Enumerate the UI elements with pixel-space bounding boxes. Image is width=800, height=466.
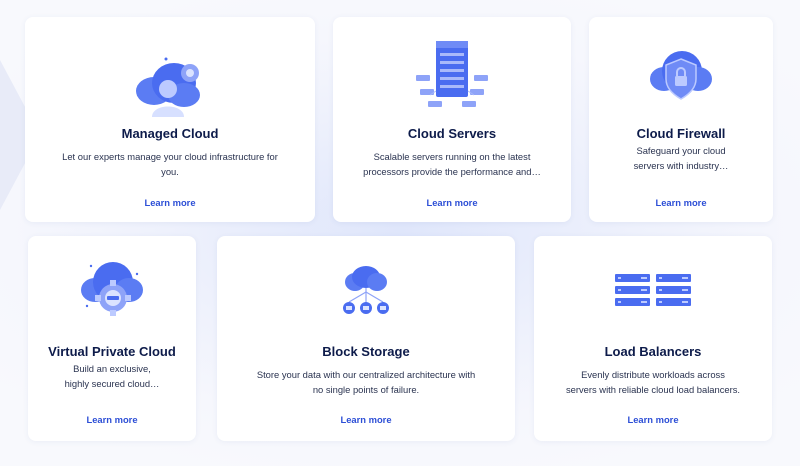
card-description: Scalable servers running on the latest pr… [363, 151, 541, 177]
card-block-storage[interactable]: Block Storage Store your data with our c… [217, 236, 515, 441]
server-rack-icon [333, 39, 571, 111]
card-description: Safeguard your cloud servers with industr… [633, 145, 729, 171]
card-title: Cloud Firewall [636, 126, 726, 141]
card-description: Evenly distribute workloads across server… [565, 369, 741, 395]
card-virtual-private-cloud[interactable]: Virtual Private Cloud Build an exclusive… [28, 236, 196, 441]
learn-more-link[interactable]: Learn more [534, 414, 772, 425]
cloud-gear-icon [28, 260, 196, 324]
card-title: Managed Cloud [121, 126, 219, 141]
learn-more-link[interactable]: Learn more [28, 414, 196, 425]
card-title: Cloud Servers [407, 126, 497, 141]
card-cloud-firewall[interactable]: Cloud Firewall Safeguard your cloud serve… [589, 17, 773, 222]
card-description: Let our experts manage your cloud infras… [62, 151, 278, 177]
card-description: Store your data with our centralized arc… [256, 369, 476, 395]
card-title: Block Storage [322, 344, 410, 359]
card-description: Build an exclusive, highly secured cloud… [64, 363, 160, 389]
card-managed-cloud[interactable]: Managed Cloud Let our experts manage you… [25, 17, 315, 222]
card-title: Virtual Private Cloud [48, 344, 176, 359]
cloud-user-icon [25, 55, 315, 117]
learn-more-link[interactable]: Learn more [25, 197, 315, 208]
cloud-storage-icon [217, 266, 515, 318]
load-balancer-icon [534, 272, 772, 308]
cloud-lock-icon [589, 45, 773, 107]
card-title: Load Balancers [604, 344, 702, 359]
learn-more-link[interactable]: Learn more [589, 197, 773, 208]
learn-more-link[interactable]: Learn more [217, 414, 515, 425]
card-load-balancers[interactable]: Load Balancers Evenly distribute workloa… [534, 236, 772, 441]
learn-more-link[interactable]: Learn more [333, 197, 571, 208]
card-cloud-servers[interactable]: Cloud Servers Scalable servers running o… [333, 17, 571, 222]
